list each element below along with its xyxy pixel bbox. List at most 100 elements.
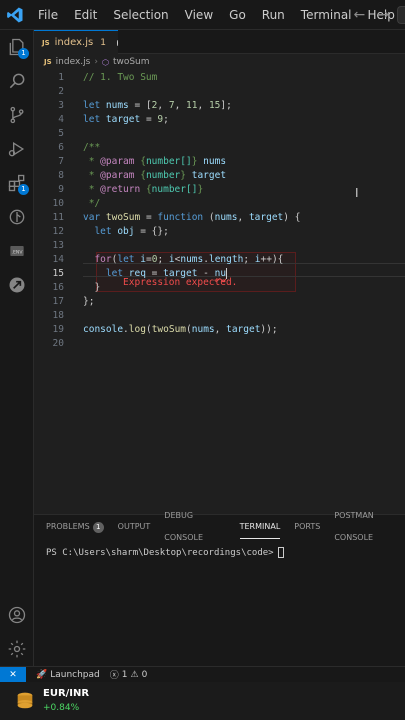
account-icon[interactable] [0, 598, 34, 632]
warning-count: 0 [141, 669, 148, 680]
code-token: = [145, 267, 164, 279]
title-bar: File Edit Selection View Go Run Terminal Help ←… [0, 0, 405, 30]
breadcrumb-file[interactable]: index.js [56, 57, 91, 67]
tab-index-js[interactable]: JS index.js 1 [34, 30, 118, 54]
code-text: * @return {number[]} [83, 184, 203, 195]
currency-ticker: EUR/INR +0.84% [0, 682, 405, 720]
code-token: nums [105, 99, 129, 111]
text-caret [226, 267, 228, 279]
source-control-icon[interactable] [0, 98, 34, 132]
panel-tab-problems[interactable]: PROBLEMS 1 [46, 516, 104, 538]
code-token: length [208, 253, 244, 265]
problems-badge: 1 [92, 521, 104, 533]
panel-tab-terminal[interactable]: TERMINAL [239, 516, 281, 539]
panel-tab-postman-console[interactable]: POSTMAN CONSOLE [334, 505, 405, 549]
code-text: console.log(twoSum(nums, target)); [83, 324, 278, 335]
code-line[interactable]: 7 * @param {number[]} nums [34, 154, 405, 168]
back-arrow-icon[interactable]: ← [354, 7, 366, 23]
panel-tab-label: PORTS [294, 522, 321, 531]
problems-status[interactable]: ⓧ 1 ⚠ 0 [110, 668, 148, 682]
code-line[interactable]: 14 for(let i=0; i<nums.length; i++){ [34, 252, 405, 266]
explorer-icon[interactable]: 1 [0, 30, 34, 64]
panel-tab-output[interactable]: OUTPUT [118, 516, 151, 538]
forward-arrow-icon[interactable]: → [377, 7, 389, 23]
command-center[interactable] [397, 6, 405, 24]
code-line[interactable]: 6 /** [34, 140, 405, 154]
panel-tab-ports[interactable]: PORTS [294, 516, 320, 538]
code-token: target [163, 267, 198, 279]
code-line[interactable]: 17}; [34, 294, 405, 308]
code-token: } [197, 183, 204, 195]
code-line[interactable]: 16 } [34, 280, 405, 294]
line-number: 19 [52, 323, 64, 335]
code-line[interactable]: 2 [34, 84, 405, 98]
panel-tab-debug-console[interactable]: DEBUG CONSOLE [164, 505, 225, 549]
code-token: * [83, 155, 101, 167]
postman-icon[interactable] [0, 268, 34, 302]
git-graph-icon[interactable] [0, 200, 34, 234]
unsaved-dot-icon[interactable] [116, 39, 118, 46]
panel-tab-label: DEBUG CONSOLE [164, 511, 204, 542]
code-token: number[] [151, 183, 198, 195]
code-line[interactable]: 5 [34, 126, 405, 140]
code-line[interactable]: 20 [34, 336, 405, 350]
run-debug-icon[interactable] [0, 132, 34, 166]
code-editor[interactable]: Expression expected. I 1// 1. Two Sum 2 3 l… [34, 70, 405, 510]
code-line[interactable]: 18 [34, 308, 405, 322]
code-token: @param [100, 169, 135, 181]
menu-item[interactable]: Edit [66, 0, 105, 30]
code-line[interactable]: 13 [34, 238, 405, 252]
currency-coins-icon [17, 692, 33, 709]
menu-item[interactable]: Go [221, 0, 254, 30]
launchpad-item[interactable]: 🚀 Launchpad [36, 670, 100, 680]
code-token: var [83, 211, 106, 223]
breadcrumb-symbol[interactable]: twoSum [113, 57, 150, 67]
code-token: target [105, 113, 141, 125]
line-number: 5 [58, 127, 64, 139]
code-line[interactable]: 10 */ [34, 196, 405, 210]
code-line[interactable]: 1 // 1. Two Sum [34, 70, 405, 84]
breadcrumb: JS index.js › ⬡ twoSum [34, 54, 405, 70]
rocket-icon: 🚀 [36, 669, 48, 680]
code-token: , [197, 99, 209, 111]
menu-item[interactable]: View [177, 0, 221, 30]
code-line[interactable]: 9 * @return {number[]} [34, 182, 405, 196]
code-token: console [83, 323, 124, 335]
code-token: ( [203, 211, 215, 223]
remote-indicator-icon[interactable]: ✕ [0, 666, 26, 683]
warning-icon: ⚠ [130, 669, 139, 680]
code-token: - [197, 267, 215, 279]
search-icon[interactable] [0, 64, 34, 98]
code-token: * [83, 169, 101, 181]
code-line[interactable]: 19 console.log(twoSum(nums, target)); [34, 322, 405, 336]
vscode-logo-icon [0, 0, 30, 30]
code-token: = [140, 113, 158, 125]
code-line[interactable]: 3 let nums = [2, 7, 11, 15]; [34, 98, 405, 112]
line-number: 1 [58, 71, 64, 83]
code-token: = [140, 211, 158, 223]
code-line[interactable]: 11 var twoSum = function (nums, target) { [34, 210, 405, 224]
code-text: let target = 9; [83, 114, 169, 125]
extensions-icon[interactable]: 1 [0, 166, 34, 200]
tab-problem-count: 1 [100, 37, 106, 48]
line-number: 4 [58, 113, 64, 125]
code-line[interactable]: 12 let obj = {}; [34, 224, 405, 238]
code-token: } [180, 169, 192, 181]
code-line[interactable]: 15 let req = target - nu [34, 266, 405, 280]
code-line[interactable]: 4 let target = 9; [34, 112, 405, 126]
code-token: { [140, 183, 152, 195]
navigation-arrows: ← → [354, 0, 389, 30]
menu-item[interactable]: Run [254, 0, 293, 30]
code-token: let [83, 225, 118, 237]
code-line[interactable]: 8 * @param {number} target [34, 168, 405, 182]
code-token: target [226, 323, 261, 335]
manage-gear-icon[interactable] [0, 632, 34, 666]
code-token: */ [83, 197, 101, 209]
code-token: let [83, 99, 106, 111]
code-token: } [191, 155, 204, 167]
menu-item[interactable]: File [30, 0, 66, 30]
terminal-output[interactable]: PS C:\Users\sharm\Desktop\recordings\cod… [46, 547, 284, 558]
menu-item[interactable]: Selection [105, 0, 176, 30]
env-file-icon[interactable]: .ENV [0, 234, 34, 268]
menu-item[interactable]: Terminal [293, 0, 360, 30]
